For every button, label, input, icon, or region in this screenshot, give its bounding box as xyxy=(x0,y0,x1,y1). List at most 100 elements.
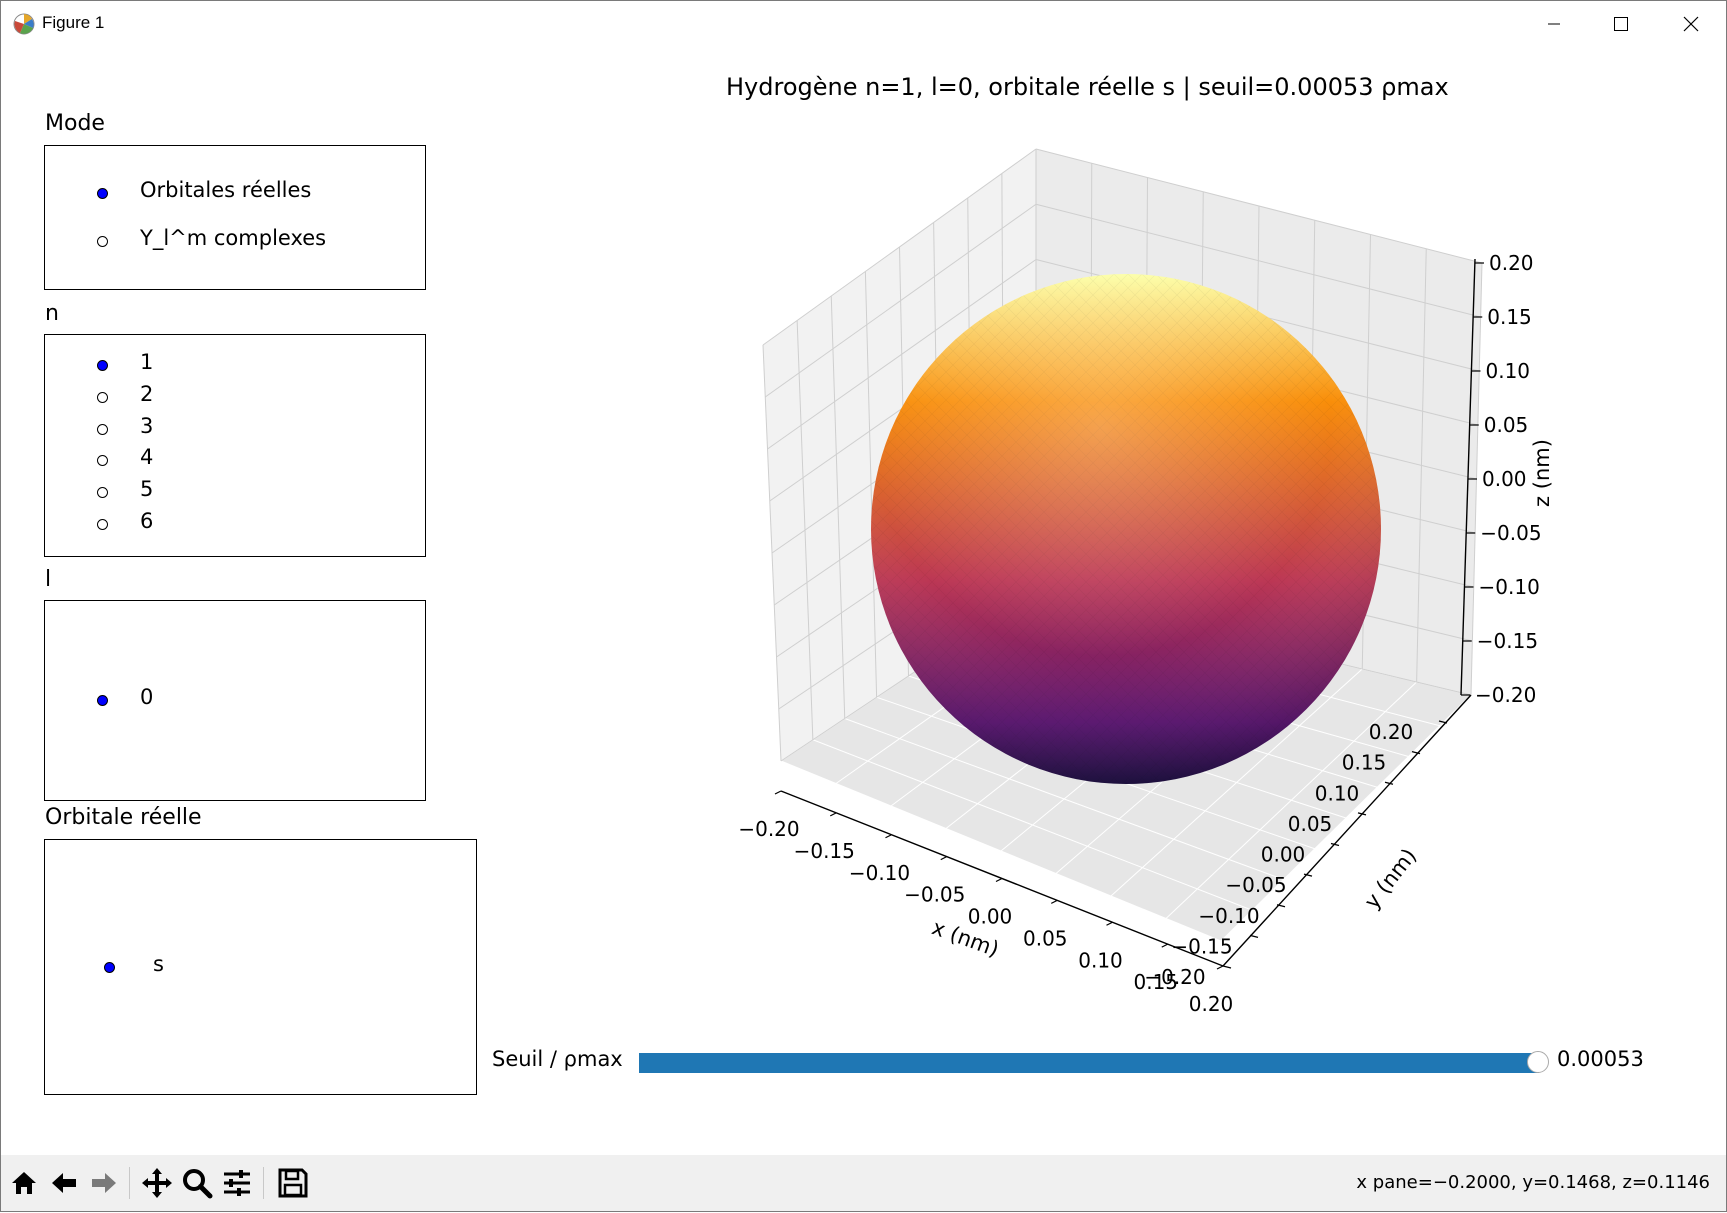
x-tick-label: 0.00 xyxy=(968,905,1013,929)
n-radio-6[interactable] xyxy=(97,519,108,530)
z-tick-label: −0.10 xyxy=(1479,575,1540,599)
grid-line-left-vertical xyxy=(967,197,973,634)
maximize-button[interactable] xyxy=(1586,1,1656,47)
mode-radio-real[interactable] xyxy=(97,188,108,199)
threshold-value: 0.00053 xyxy=(1557,1047,1644,1071)
y-tick-mark xyxy=(1303,873,1313,877)
n-option-6[interactable]: 6 xyxy=(140,509,153,533)
toolbar-separator xyxy=(129,1167,130,1199)
minimize-button[interactable] xyxy=(1519,1,1589,47)
pan-button[interactable] xyxy=(139,1165,175,1201)
n-option-1[interactable]: 1 xyxy=(140,350,153,374)
n-radio-5[interactable] xyxy=(97,487,108,498)
n-radio-3[interactable] xyxy=(97,424,108,435)
forward-button[interactable] xyxy=(86,1165,122,1201)
grid-line-right-horizontal xyxy=(1035,590,1472,696)
mode-option-real[interactable]: Orbitales réelles xyxy=(140,178,311,202)
mode-radio-complex[interactable] xyxy=(97,236,108,247)
mode-radio-group: Orbitales réelles Y_l^m complexes xyxy=(44,145,426,290)
n-radio-1[interactable] xyxy=(97,360,108,371)
l-radio-group: 0 xyxy=(44,600,426,801)
y-tick-label: 0.05 xyxy=(1288,812,1333,836)
y-axis-line xyxy=(1222,694,1472,967)
grid-line-left-vertical xyxy=(830,295,846,719)
y-tick-mark xyxy=(1384,781,1394,785)
y-tick-mark xyxy=(1222,965,1232,969)
l-title: l xyxy=(45,567,52,592)
tick-labels: −0.20 −0.15 −0.10 −0.05 0.00 0.05 0.10 0.15 0.20… xyxy=(738,251,1541,1016)
grid-line-left-vertical xyxy=(933,222,941,655)
grid-line-floor-y xyxy=(835,603,1091,784)
grid-line-left-vertical xyxy=(762,344,782,762)
arrow-left-icon xyxy=(52,1173,76,1193)
close-button[interactable] xyxy=(1656,1,1726,47)
y-tick-mark xyxy=(1249,934,1259,938)
z-axis-label: z (nm) xyxy=(1530,439,1554,507)
back-button[interactable] xyxy=(46,1165,82,1201)
save-button[interactable] xyxy=(275,1165,311,1201)
y-tick-label: −0.20 xyxy=(1144,965,1205,989)
threshold-slider-handle[interactable] xyxy=(1527,1051,1549,1073)
orbital-option-s[interactable]: s xyxy=(153,952,164,976)
z-tick-label: −0.05 xyxy=(1480,521,1541,545)
grid-line-floor-y xyxy=(945,629,1200,829)
x-tick-label: 0.15 xyxy=(1133,970,1178,994)
z-tick-label: 0.10 xyxy=(1486,359,1531,383)
z-axis-line xyxy=(1460,258,1476,696)
y-tick-mark xyxy=(1438,720,1448,724)
z-tick-label: 0.05 xyxy=(1484,413,1529,437)
toolbar-separator xyxy=(263,1167,264,1199)
n-radio-2[interactable] xyxy=(97,392,108,403)
y-tick-mark xyxy=(1330,842,1340,847)
x-tick-mark xyxy=(1106,921,1113,926)
orbital-title: Orbitale réelle xyxy=(45,805,202,830)
zoom-button[interactable] xyxy=(179,1165,215,1201)
y-tick-label: −0.10 xyxy=(1198,904,1259,928)
x-tick-label: 0.10 xyxy=(1078,948,1123,972)
grid-line-floor-x xyxy=(1003,611,1440,727)
grid-line-left-horizontal xyxy=(778,535,1037,710)
y-tick-label: −0.15 xyxy=(1171,934,1232,958)
x-tick-mark xyxy=(829,812,837,817)
grid-line-floor-y xyxy=(1055,655,1309,874)
grid-line-floor-x xyxy=(940,654,1378,788)
grid-line-right-vertical xyxy=(1089,163,1093,605)
l-option-0[interactable]: 0 xyxy=(140,685,153,709)
configure-subplots-button[interactable] xyxy=(219,1165,255,1201)
x-tick-mark xyxy=(1216,965,1224,970)
n-option-2[interactable]: 2 xyxy=(140,382,153,406)
home-button[interactable] xyxy=(6,1165,42,1201)
grid-line-right-vertical xyxy=(1307,220,1316,657)
grid-line-right-horizontal xyxy=(1035,314,1478,426)
grid-line-floor-x xyxy=(908,675,1347,819)
y-tick-label: 0.15 xyxy=(1342,751,1387,775)
orbital-isosurface xyxy=(871,274,1381,784)
n-radio-4[interactable] xyxy=(97,455,108,466)
x-tick-mark xyxy=(940,856,948,861)
grid-line-left-horizontal xyxy=(767,259,1037,450)
n-option-3[interactable]: 3 xyxy=(140,414,153,438)
grid-line-floor-y xyxy=(1000,642,1254,852)
z-tick-label: 0.15 xyxy=(1487,305,1532,329)
grid-line-left-horizontal xyxy=(776,480,1037,658)
x-tick-mark xyxy=(885,834,892,839)
z-tick-label: −0.15 xyxy=(1477,629,1538,653)
window-title: Figure 1 xyxy=(42,13,105,32)
home-icon xyxy=(12,1172,36,1194)
orbital-radio-s[interactable] xyxy=(104,962,115,973)
grid-line-right-vertical xyxy=(1144,177,1148,618)
grid-line-floor-x xyxy=(844,718,1284,880)
grid-line-floor-y xyxy=(1110,668,1363,897)
sliders-icon xyxy=(224,1170,250,1196)
x-tick-label: −0.10 xyxy=(849,861,910,885)
n-option-4[interactable]: 4 xyxy=(140,445,153,469)
grid-line-floor-x xyxy=(876,696,1315,850)
l-radio-0[interactable] xyxy=(97,695,108,706)
grid-line-right-vertical xyxy=(1198,191,1204,631)
mode-option-complex[interactable]: Y_l^m complexes xyxy=(140,226,326,250)
x-axis-label: x (nm) xyxy=(929,915,1002,961)
n-option-5[interactable]: 5 xyxy=(140,477,153,501)
x-tick-label: 0.20 xyxy=(1189,992,1234,1016)
threshold-slider-track[interactable] xyxy=(639,1053,1539,1073)
grid-line-left-horizontal xyxy=(773,424,1037,606)
